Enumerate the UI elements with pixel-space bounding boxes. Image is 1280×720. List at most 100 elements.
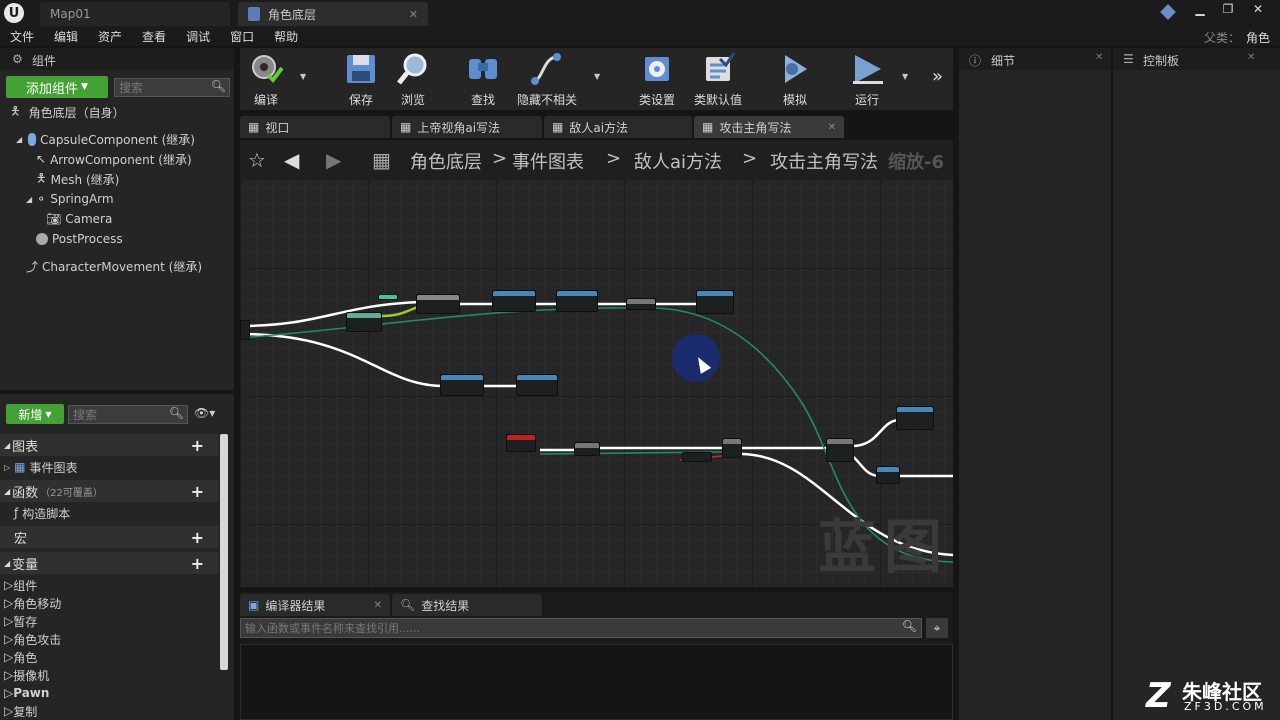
component-search-input[interactable]: 搜索 🔍︎ [114,78,230,97]
compile-button[interactable]: 编译 [244,50,288,108]
menu-edit[interactable]: 编辑 [44,28,88,45]
close-icon[interactable]: ✕ [828,122,836,133]
add-function-icon[interactable]: + [191,482,204,501]
compile-dropdown-icon[interactable]: ▼ [300,72,306,81]
eye-icon[interactable]: 👁︎▾ [194,406,215,420]
tab-attack-player[interactable]: ▦ 攻击主角写法 ✕ [694,116,844,138]
graph-node[interactable] [346,312,382,332]
find-button[interactable]: 查找 [462,50,504,108]
graph-node[interactable] [378,294,398,300]
tree-item-springarm[interactable]: ◢ ⚬ SpringArm [26,189,114,209]
graph-node[interactable] [516,374,558,396]
binoculars-button[interactable]: ⌖ [926,618,948,638]
play-icon [853,55,883,84]
blueprint-search-input[interactable]: 搜索 🔍︎ [68,405,188,424]
blueprint-graph[interactable]: ☆ ◀ ▶ ▦ 角色底层 > 事件图表 > 敌人ai方法 > 攻击主角写法 缩放… [240,140,953,587]
tree-item-postprocess[interactable]: PostProcess [36,229,123,249]
play-button[interactable]: 运行 [846,50,888,108]
unreal-logo-icon[interactable]: U [4,3,24,23]
save-icon [347,55,375,83]
save-button[interactable]: 保存 [340,50,382,108]
bottom-panel: ▣ 编译器结果 ✕ 🔍︎ 查找结果 输入函数或事件名称来查找引用...... 🔍︎ ⌖ [240,592,953,720]
graph-node[interactable] [876,466,900,484]
tab-blueprint[interactable]: 角色底层 ✕ [238,2,428,26]
new-button[interactable]: 新增 ▼ [6,404,64,424]
parent-class-value[interactable]: 角色 [1246,29,1270,46]
menu-file[interactable]: 文件 [0,28,44,45]
class-defaults-button[interactable]: 类默认值 [690,50,746,108]
graph-node[interactable] [240,320,250,340]
graph-node[interactable] [896,406,934,430]
close-icon[interactable]: ✕ [374,600,382,611]
tab-find-results[interactable]: 🔍︎ 查找结果 [392,594,542,616]
graph-node[interactable] [682,452,712,462]
section-variables[interactable]: ◢ 变量 + [0,552,218,574]
play-dropdown-icon[interactable]: ▼ [902,72,908,81]
tab-compiler-results[interactable]: ▣ 编译器结果 ✕ [240,594,390,616]
toolbar-overflow-icon[interactable]: » [932,66,943,87]
graph-node[interactable] [722,438,742,458]
var-category[interactable]: ▷ 角色 [0,648,37,666]
close-window-button[interactable]: ✕ [1244,0,1272,18]
add-graph-icon[interactable]: + [191,436,204,455]
menu-asset[interactable]: 资产 [88,28,132,45]
var-category[interactable]: ▷ 摄像机 [0,666,49,684]
minimize-button[interactable]: ▁ [1186,0,1214,18]
class-settings-button[interactable]: 类设置 [636,50,678,108]
graph-node[interactable] [492,290,536,312]
var-category[interactable]: ▷ 暂存 [0,612,37,630]
var-category[interactable]: ▷ 复制 [0,702,37,720]
tree-item-mesh[interactable]: 🯅 Mesh (继承) [36,169,119,189]
expand-icon: ▷ [4,462,11,472]
graph-node[interactable] [506,434,536,452]
add-component-button[interactable]: 添加组件 ▼ [6,76,108,98]
construction-script-item[interactable]: ƒ 构造脚本 [10,504,70,522]
source-control-icon[interactable] [1160,4,1176,20]
close-icon[interactable]: ✕ [1095,52,1103,63]
add-macro-icon[interactable]: + [191,528,204,547]
section-graphs[interactable]: ◢ 图表 + [0,434,218,456]
graph-node[interactable] [696,290,734,314]
graph-node[interactable] [416,294,460,314]
graph-node[interactable] [826,438,854,462]
tab-enemy-ai[interactable]: ▦ 敌人ai方法 [544,116,692,138]
graph-node[interactable] [556,290,598,312]
details-tab[interactable]: ⓘ 细节 ✕ [959,48,1111,70]
tree-item-camera[interactable]: 📷︎ Camera [46,209,112,229]
tab-god-view-ai[interactable]: ▦ 上帝视角ai写法 [392,116,542,138]
graph-node[interactable] [626,298,656,310]
tree-item-capsule[interactable]: ◢ CapsuleComponent (继承) [16,129,195,149]
panel-scrollbar[interactable] [220,434,228,670]
tab-viewport[interactable]: ▦ 视口 [240,116,390,138]
components-tab[interactable]: ⚙ 组件 [0,48,234,70]
menu-window[interactable]: 窗口 [220,28,264,45]
hide-dropdown-icon[interactable]: ▼ [594,72,600,81]
hide-unrelated-button[interactable]: 隐藏不相关 [514,50,580,108]
component-root[interactable]: 🯅 角色底层（自身） [10,102,125,122]
section-functions[interactable]: ◢ 函数 （22可覆盖） + [0,480,218,502]
close-icon[interactable]: ✕ [409,8,418,21]
var-category[interactable]: ▷ 角色攻击 [0,630,61,648]
var-category[interactable]: ▷ 组件 [0,576,37,594]
tree-item-arrow[interactable]: ↖ ArrowComponent (继承) [36,149,192,169]
restore-button[interactable]: ❐ [1214,0,1242,18]
menu-debug[interactable]: 调试 [176,28,220,45]
find-references-input[interactable]: 输入函数或事件名称来查找引用...... 🔍︎ [240,618,922,638]
close-icon[interactable]: ✕ [1247,52,1255,63]
palette-tab[interactable]: ☰ 控制板 ✕ [1113,48,1280,70]
palette-tab-label: 控制板 [1143,54,1180,68]
var-category[interactable]: ▷ Pawn [0,684,49,702]
tree-item-movement[interactable]: ⤴ CharacterMovement (继承) [26,256,202,276]
var-category[interactable]: ▷ 角色移动 [0,594,61,612]
graph-node[interactable] [574,442,600,456]
tab-map01[interactable]: Map01 [40,2,230,26]
menu-view[interactable]: 查看 [132,28,176,45]
event-graph-item[interactable]: ▷ ▦ 事件图表 [0,458,78,476]
add-variable-icon[interactable]: + [191,554,204,573]
menu-help[interactable]: 帮助 [264,28,308,45]
search-icon: 🔍︎ [901,619,917,633]
simulate-button[interactable]: 模拟 [774,50,816,108]
browse-button[interactable]: 浏览 [392,50,434,108]
graph-node[interactable] [440,374,484,396]
section-macros[interactable]: 宏 + [0,526,218,548]
